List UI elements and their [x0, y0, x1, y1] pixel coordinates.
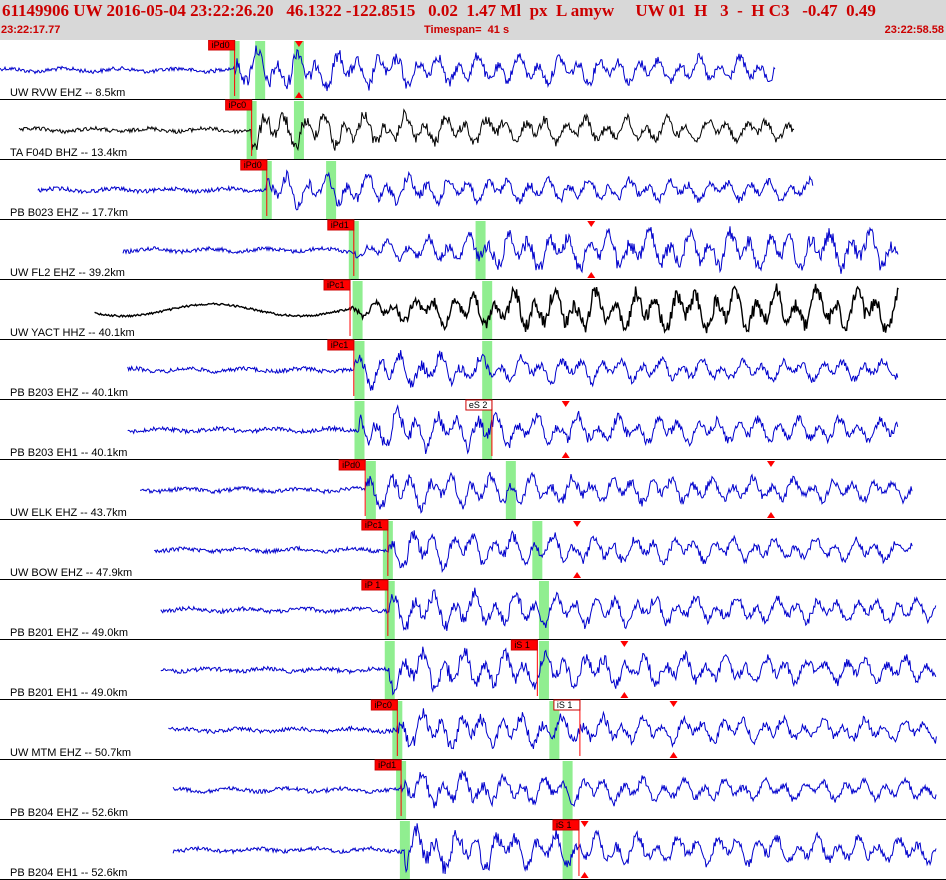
waveform	[127, 404, 899, 455]
phase-pick-label: iPc1	[331, 340, 349, 350]
phase-pick-label: iPd0	[342, 460, 360, 470]
station-label: PB B201 EH1 -- 49.0km	[10, 687, 127, 699]
phase-pick-label: iPc0	[229, 100, 247, 110]
seismogram-panel[interactable]: iPd0 UW RVW EHZ -- 8.5km iPc0 TA F04D BHZ -…	[0, 40, 946, 880]
station-label: UW FL2 EHZ -- 39.2km	[10, 267, 125, 279]
amp-marker-top	[580, 821, 589, 827]
waveform	[37, 169, 814, 211]
pick-window	[538, 581, 549, 639]
trace-row: iPc0 iS 1 UW MTM EHZ -- 50.7km	[0, 699, 946, 760]
phase-pick-label: iPd1	[331, 220, 349, 230]
trace-row: iS 1 PB B204 EH1 -- 52.6km	[0, 819, 946, 880]
station-label: UW MTM EHZ -- 50.7km	[10, 747, 131, 759]
waveform	[18, 108, 795, 152]
phase-pick-label: iPc1	[365, 520, 383, 530]
phase-pick-label: iPc1	[327, 280, 345, 290]
trace-row: iPd0 PB B023 EHZ -- 17.7km	[0, 159, 946, 220]
event-header: 61149906 UW 2016-05-04 23:22:26.20 46.13…	[0, 0, 946, 40]
waveform	[122, 226, 899, 274]
amp-marker-bottom	[561, 452, 570, 458]
station-label: PB B201 EHZ -- 49.0km	[10, 627, 128, 639]
trace-row: iPc0 TA F04D BHZ -- 13.4km	[0, 99, 946, 160]
phase-pick-label: eS 2	[469, 400, 488, 410]
event-summary-title: 61149906 UW 2016-05-04 23:22:26.20 46.13…	[2, 1, 876, 20]
phase-pick-label: iPd0	[244, 160, 262, 170]
trace-row: iP 1 PB B201 EHZ -- 49.0km	[0, 579, 946, 640]
trace-row: iPd0 UW RVW EHZ -- 8.5km	[0, 40, 946, 100]
amp-marker-bottom	[669, 752, 678, 758]
station-label: PB B203 EH1 -- 40.1km	[10, 447, 127, 459]
station-label: PB B023 EHZ -- 17.7km	[10, 207, 128, 219]
pick-window	[365, 461, 376, 519]
start-time: 23:22:17.77	[1, 24, 61, 36]
trace-row: iPc1 UW BOW EHZ -- 47.9km	[0, 519, 946, 580]
waveform	[127, 349, 899, 391]
trace-row: iPc1 UW YACT HHZ -- 40.1km	[0, 279, 946, 340]
waveform	[172, 823, 937, 875]
station-label: TA F04D BHZ -- 13.4km	[10, 147, 127, 159]
phase-pick-label: iS 1	[514, 640, 530, 650]
amp-marker-bottom	[580, 872, 589, 878]
waveform	[0, 45, 776, 92]
station-label: PB B204 EH1 -- 52.6km	[10, 867, 127, 879]
station-label: UW RVW EHZ -- 8.5km	[10, 87, 125, 99]
phase-pick-secondary-label: iS 1	[557, 700, 573, 710]
pick-window	[399, 821, 410, 879]
phase-pick-label: iP 1	[365, 580, 380, 590]
amp-marker-top	[620, 641, 629, 647]
amp-marker-bottom	[766, 512, 775, 518]
station-label: UW YACT HHZ -- 40.1km	[10, 327, 135, 339]
amp-marker-bottom	[573, 572, 582, 578]
amp-marker-top	[669, 701, 678, 707]
pick-window	[562, 761, 573, 819]
waveform	[94, 283, 899, 334]
station-label: UW ELK EHZ -- 43.7km	[10, 507, 127, 519]
pick-window	[293, 41, 304, 99]
trace-row: iS 1 PB B201 EH1 -- 49.0km	[0, 639, 946, 700]
trace-row: iPd1 PB B204 EHZ -- 52.6km	[0, 759, 946, 820]
amp-marker-bottom	[587, 272, 596, 278]
timespan-label: Timespan= 41 s	[424, 24, 510, 36]
amp-marker-bottom	[620, 692, 629, 698]
trace-row: eS 2 PB B203 EH1 -- 40.1km	[0, 399, 946, 460]
pick-window	[354, 341, 365, 399]
waveform	[172, 769, 937, 809]
station-label: UW BOW EHZ -- 47.9km	[10, 567, 132, 579]
amp-marker-top	[766, 461, 775, 467]
station-label: PB B204 EHZ -- 52.6km	[10, 807, 128, 819]
amp-marker-top	[587, 221, 596, 227]
end-time: 23:22:58.58	[884, 24, 944, 36]
phase-pick-label: iPc0	[374, 700, 392, 710]
trace-row: iPd1 UW FL2 EHZ -- 39.2km	[0, 219, 946, 280]
pick-window	[482, 341, 493, 399]
amp-marker-top	[573, 521, 582, 527]
phase-pick-label: iS 1	[556, 820, 572, 830]
phase-pick-label: iPd0	[212, 40, 230, 50]
station-label: PB B203 EHZ -- 40.1km	[10, 387, 128, 399]
trace-row: iPd0 UW ELK EHZ -- 43.7km	[0, 459, 946, 520]
amp-marker-top	[561, 401, 570, 407]
phase-pick-label: iPd1	[378, 760, 396, 770]
waveform	[140, 471, 913, 514]
trace-row: iPc1 PB B203 EHZ -- 40.1km	[0, 339, 946, 400]
pick-window	[293, 101, 304, 159]
